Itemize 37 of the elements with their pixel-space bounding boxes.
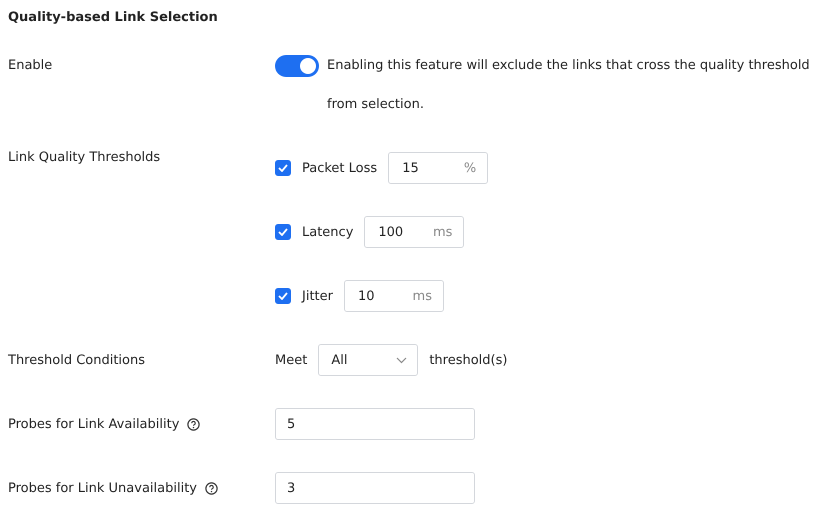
help-icon[interactable] xyxy=(205,482,218,494)
dropdown[interactable]: All xyxy=(318,344,418,376)
field-value: 100 xyxy=(378,224,404,240)
unit-label: ms xyxy=(412,288,432,304)
field-value: 15 xyxy=(402,160,419,176)
checkbox[interactable] xyxy=(275,288,291,304)
unit-label: % xyxy=(464,160,476,176)
input-field[interactable]: 5 xyxy=(275,408,475,440)
input-field[interactable]: 3 xyxy=(275,472,475,504)
check-icon xyxy=(278,292,288,300)
field-label: Probes for Link Unavailability xyxy=(8,480,197,496)
input-field[interactable]: 100 ms xyxy=(364,216,464,248)
toggle-switch[interactable] xyxy=(275,55,319,77)
description-text: Enabling this feature will exclude the links that cross the quality threshold from selection. xyxy=(327,57,811,114)
checkbox-label: Latency xyxy=(302,224,354,240)
field-value: 5 xyxy=(287,416,296,432)
check-icon xyxy=(278,164,288,172)
chevron-down-icon xyxy=(396,356,408,364)
check-icon xyxy=(278,228,288,236)
dropdown-value: All xyxy=(331,352,348,368)
field-label: Probes for Link Availability xyxy=(8,416,180,432)
input-field[interactable]: 15 % xyxy=(388,152,488,184)
field-label: Enable xyxy=(8,58,52,73)
checkbox[interactable] xyxy=(275,224,291,240)
prefix-text: Meet xyxy=(275,352,308,368)
field-value: 10 xyxy=(358,288,375,304)
section-title: Quality-based Link Selection xyxy=(8,9,218,27)
checkbox[interactable] xyxy=(275,160,291,176)
checkbox-label: Packet Loss xyxy=(302,160,378,176)
suffix-text: threshold(s) xyxy=(429,352,508,368)
field-label: Link Quality Thresholds xyxy=(8,150,160,166)
help-icon[interactable] xyxy=(187,418,200,430)
field-value: 3 xyxy=(287,480,296,496)
input-field[interactable]: 10 ms xyxy=(344,280,444,312)
unit-label: ms xyxy=(432,224,452,240)
checkbox-label: Jitter xyxy=(302,288,333,304)
field-label: Threshold Conditions xyxy=(8,352,146,368)
